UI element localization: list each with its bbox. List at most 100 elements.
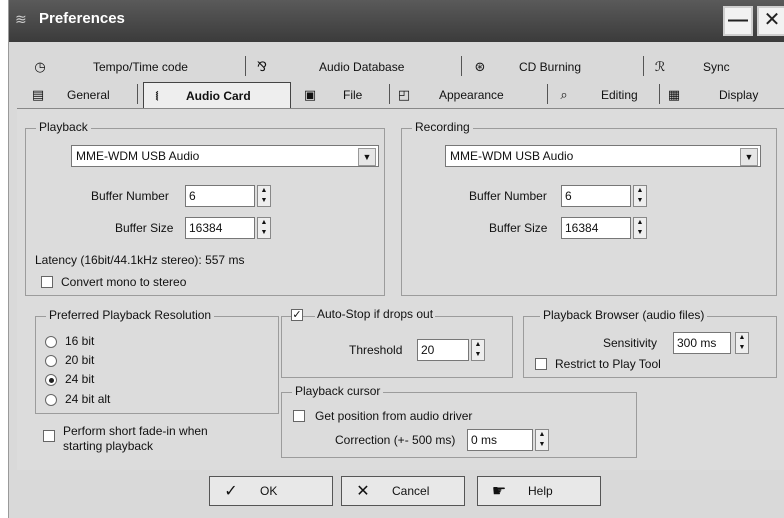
help-button[interactable]: ☛ Help [477, 476, 601, 506]
threshold-spinner[interactable]: ▲ ▼ [471, 339, 485, 361]
restrict-play-tool-checkbox[interactable] [535, 358, 547, 370]
tab-sync[interactable]: ℛ Sync [651, 56, 730, 78]
playback-device-select[interactable]: MME-WDM USB Audio ▼ [71, 145, 379, 167]
resolution-option-label: 24 bit [65, 372, 95, 386]
spin-up-icon[interactable]: ▲ [258, 218, 270, 228]
correction-input[interactable]: 0 ms [467, 429, 533, 451]
playback-buffer-size-spinner[interactable]: ▲ ▼ [257, 217, 271, 239]
playback-buffer-number-spinner[interactable]: ▲ ▼ [257, 185, 271, 207]
auto-stop-label: Auto-Stop if drops out [315, 307, 436, 321]
fade-in-label-line1: Perform short fade-in when [63, 424, 208, 438]
app-icon: ≋ [15, 11, 27, 27]
sensitivity-label: Sensitivity [603, 336, 658, 350]
resolution-radio-20bit[interactable] [45, 355, 57, 367]
spin-down-icon[interactable]: ▼ [258, 196, 270, 206]
spin-down-icon[interactable]: ▼ [536, 440, 548, 450]
get-position-label: Get position from audio driver [315, 409, 473, 423]
auto-stop-checkbox[interactable]: ✓ [291, 309, 303, 321]
playback-buffer-size-label: Buffer Size [115, 221, 174, 235]
spin-up-icon[interactable]: ▲ [634, 218, 646, 228]
resolution-option-label: 20 bit [65, 353, 95, 367]
tab-tempo-time-code[interactable]: ◷ Tempo/Time code [31, 56, 188, 78]
recording-buffer-size-label: Buffer Size [489, 221, 548, 235]
tab-general[interactable]: ▤ General [29, 84, 110, 106]
playback-buffer-number-label: Buffer Number [91, 189, 169, 203]
spin-up-icon[interactable]: ▲ [472, 340, 484, 350]
x-icon: ✕ [356, 483, 370, 500]
resolution-radio-16bit[interactable] [45, 336, 57, 348]
recording-buffer-number-label: Buffer Number [469, 189, 547, 203]
minimize-button[interactable]: — [723, 6, 753, 36]
spin-up-icon[interactable]: ▲ [736, 333, 748, 343]
resolution-option-label: 24 bit alt [65, 392, 111, 406]
tab-audio-database[interactable]: ⅋ Audio Database [253, 56, 404, 78]
tab-display[interactable]: ▦ Display [665, 84, 759, 106]
playback-group-title: Playback [36, 120, 91, 134]
recording-device-select[interactable]: MME-WDM USB Audio ▼ [445, 145, 761, 167]
recording-buffer-size-spinner[interactable]: ▲ ▼ [633, 217, 647, 239]
recording-buffer-size-input[interactable]: 16384 [561, 217, 631, 239]
chevron-down-icon[interactable]: ▼ [358, 148, 376, 166]
checkmark-icon: ✓ [224, 483, 238, 500]
fade-in-checkbox[interactable] [43, 430, 55, 442]
spin-up-icon[interactable]: ▲ [536, 430, 548, 440]
tab-editing[interactable]: ⌕ Editing [555, 84, 637, 106]
tab-separator [137, 84, 138, 104]
preferences-window: ≋ Preferences — ✕ ◷ Tempo/Time code ⅋ Au… [8, 0, 784, 518]
tab-cd-burning[interactable]: ⊛ CD Burning [471, 56, 581, 78]
correction-spinner[interactable]: ▲ ▼ [535, 429, 549, 451]
database-icon: ⅋ [256, 59, 268, 74]
spin-down-icon[interactable]: ▼ [634, 228, 646, 238]
resolution-radio-24bit-alt[interactable] [45, 394, 57, 406]
computer-icon: ▤ [31, 87, 45, 102]
recording-group-title: Recording [412, 120, 473, 134]
spin-down-icon[interactable]: ▼ [472, 350, 484, 360]
chevron-down-icon[interactable]: ▼ [740, 148, 758, 166]
convert-mono-checkbox[interactable] [41, 276, 53, 288]
resolution-group-title: Preferred Playback Resolution [46, 308, 215, 322]
playback-buffer-number-input[interactable]: 6 [185, 185, 255, 207]
spin-down-icon[interactable]: ▼ [634, 196, 646, 206]
clock-icon: ◷ [34, 59, 46, 74]
sensitivity-input[interactable]: 300 ms [673, 332, 731, 354]
latency-readout: Latency (16bit/44.1kHz stereo): 557 ms [35, 253, 245, 267]
cancel-button[interactable]: ✕ Cancel [341, 476, 465, 506]
tab-appearance[interactable]: ◰ Appearance [395, 84, 504, 106]
edit-icon: ⌕ [560, 87, 568, 102]
tab-separator [547, 84, 548, 104]
window-title: Preferences [39, 10, 125, 27]
appearance-icon: ◰ [397, 87, 411, 102]
spin-down-icon[interactable]: ▼ [736, 343, 748, 353]
floppy-icon: ▣ [303, 87, 317, 102]
title-bar[interactable]: ≋ Preferences — ✕ [9, 0, 784, 42]
restrict-play-tool-label: Restrict to Play Tool [555, 357, 661, 371]
tab-audio-card[interactable]: ⧙ Audio Card [143, 82, 291, 108]
playback-cursor-title: Playback cursor [292, 384, 384, 398]
help-hand-icon: ☛ [491, 483, 507, 500]
resolution-radio-24bit[interactable] [45, 374, 57, 386]
threshold-label: Threshold [349, 343, 403, 357]
recording-buffer-number-input[interactable]: 6 [561, 185, 631, 207]
spin-up-icon[interactable]: ▲ [634, 186, 646, 196]
spin-up-icon[interactable]: ▲ [258, 186, 270, 196]
recording-buffer-number-spinner[interactable]: ▲ ▼ [633, 185, 647, 207]
ok-button[interactable]: ✓ OK [209, 476, 333, 506]
tab-file[interactable]: ▣ File [301, 84, 363, 106]
correction-label: Correction (+- 500 ms) [335, 433, 456, 447]
sensitivity-spinner[interactable]: ▲ ▼ [735, 332, 749, 354]
spin-down-icon[interactable]: ▼ [258, 228, 270, 238]
resolution-option-label: 16 bit [65, 334, 95, 348]
audio-card-icon: ⧙ [155, 87, 159, 103]
tab-separator [389, 84, 390, 104]
playback-cursor-group: Playback cursor [281, 384, 637, 458]
playback-buffer-size-input[interactable]: 16384 [185, 217, 255, 239]
tab-separator [461, 56, 462, 76]
playback-browser-title: Playback Browser (audio files) [540, 308, 708, 322]
get-position-checkbox[interactable] [293, 410, 305, 422]
tab-separator [245, 56, 246, 76]
cd-icon: ⊛ [474, 59, 486, 74]
close-button[interactable]: ✕ [757, 6, 784, 36]
threshold-input[interactable]: 20 [417, 339, 469, 361]
fade-in-label-line2: starting playback [63, 439, 154, 453]
tab-separator [659, 84, 660, 104]
